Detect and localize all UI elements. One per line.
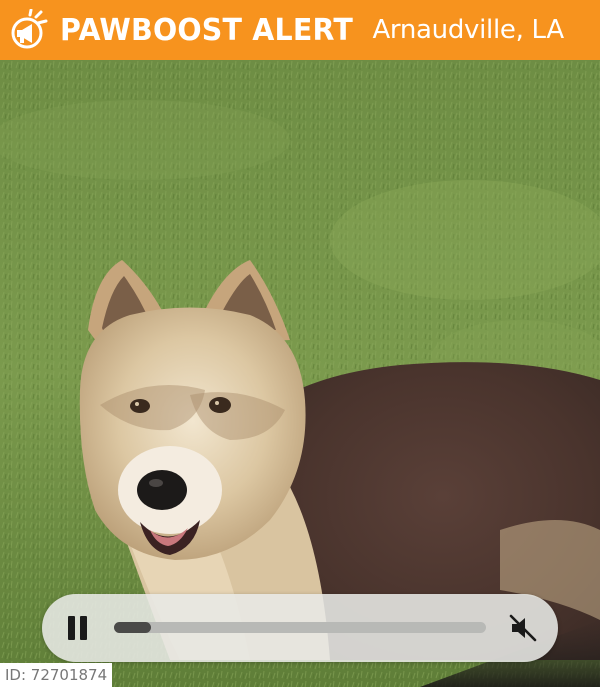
mute-button[interactable] bbox=[506, 611, 540, 645]
pause-icon bbox=[68, 616, 75, 640]
pet-id-label: ID: 72701874 bbox=[0, 663, 112, 687]
video-controls bbox=[42, 594, 558, 662]
muted-speaker-icon bbox=[509, 614, 537, 642]
megaphone-icon bbox=[8, 9, 50, 51]
location-text: Arnaudville, LA bbox=[372, 15, 564, 45]
alert-header: PAWBOOST ALERT Arnaudville, LA bbox=[0, 0, 600, 60]
pause-icon-bar bbox=[80, 616, 87, 640]
pause-button[interactable] bbox=[64, 614, 92, 642]
pet-photo bbox=[0, 60, 600, 687]
progress-fill bbox=[114, 622, 152, 633]
brand-title: PAWBOOST ALERT bbox=[60, 12, 354, 48]
progress-bar[interactable] bbox=[114, 622, 486, 633]
